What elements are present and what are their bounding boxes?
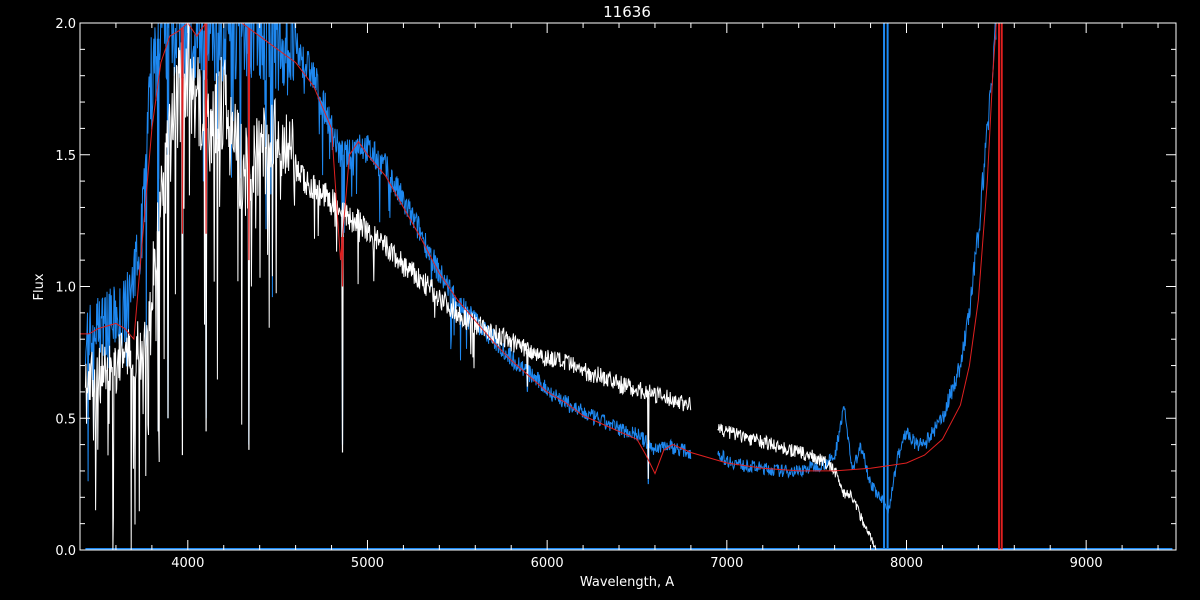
absorption-line — [181, 27, 184, 234]
x-tick-label: 6000 — [531, 556, 564, 571]
x-tick-label: 8000 — [890, 556, 923, 571]
x-tick-label: 7000 — [710, 556, 743, 571]
absorption-line — [647, 392, 650, 479]
y-axis-title: Flux — [32, 273, 47, 300]
y-tick-label: 0.0 — [55, 544, 76, 559]
absorption-line — [526, 348, 529, 387]
y-tick-label: 0.5 — [55, 412, 76, 427]
chart-title: 11636 — [603, 3, 651, 21]
absorption-line — [247, 28, 251, 261]
spectrum-chart: 11636 4000 5000 6000 7000 8000 9000 0.0 0.5 1.0 1… — [0, 0, 1200, 600]
y-tick-label: 1.0 — [55, 281, 76, 296]
y-tick-label: 1.5 — [55, 149, 76, 164]
x-tick-label: 4000 — [171, 556, 204, 571]
x-tick-label: 5000 — [351, 556, 384, 571]
x-axis-title: Wavelength, A — [580, 575, 674, 590]
y-tick-label: 2.0 — [55, 17, 76, 32]
x-tick-label: 9000 — [1070, 556, 1103, 571]
absorption-line — [204, 23, 208, 234]
absorption-line — [341, 236, 344, 287]
